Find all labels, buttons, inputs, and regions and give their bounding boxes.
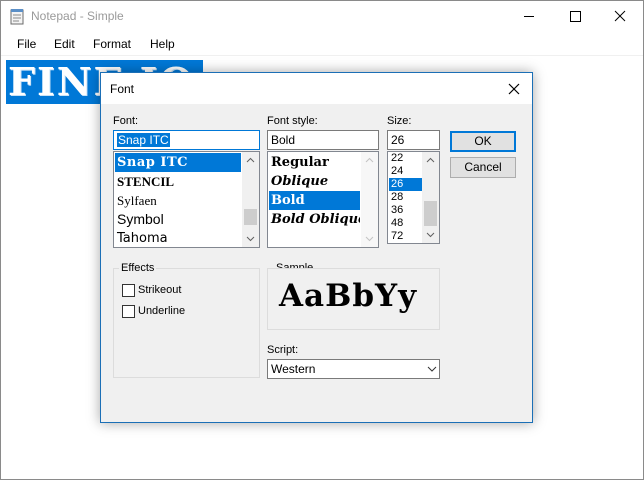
size-label: Size: [387,115,412,127]
dialog-close-icon[interactable] [503,79,525,99]
scroll-up-icon[interactable] [242,152,259,169]
style-list-item[interactable]: Bold [269,191,360,210]
size-list-item[interactable]: 48 [389,217,422,230]
size-list-item[interactable]: 28 [389,191,422,204]
style-list-item[interactable]: Bold Oblique [269,210,360,229]
cancel-button[interactable]: Cancel [450,157,516,178]
font-list-item[interactable]: Symbol [115,210,241,229]
dialog-title: Font [110,82,135,96]
notepad-titlebar[interactable]: Notepad - Simple [1,1,643,32]
chevron-down-icon [427,366,437,372]
font-name-value: Snap ITC [117,133,170,147]
editor-scrollbar[interactable] [629,57,643,479]
scroll-down-icon[interactable] [242,230,259,247]
window-title: Notepad - Simple [31,9,124,23]
sample-text: AaBbYy [279,278,418,314]
maximize-icon[interactable] [552,1,598,32]
ok-button[interactable]: OK [450,131,516,152]
font-style-label: Font style: [267,115,318,127]
size-list-item[interactable]: 24 [389,165,422,178]
size-list-item[interactable]: 36 [389,204,422,217]
font-size-input[interactable]: 26 [387,130,440,150]
size-list-item[interactable]: 22 [389,152,422,165]
sample-preview: AaBbYy [267,268,440,330]
font-dialog: Font Font: Snap ITC Snap ITC STENCIL Syl… [100,72,533,423]
font-style-value: Bold [271,133,296,147]
underline-label[interactable]: Underline [138,305,185,317]
style-list-item[interactable]: Oblique [269,172,360,191]
style-list-scrollbar [361,152,378,247]
strikeout-label[interactable]: Strikeout [138,284,181,296]
font-size-list[interactable]: 22 24 26 28 36 48 72 [387,151,440,244]
script-value: Western [271,362,316,376]
scroll-down-icon [365,236,374,242]
font-name-input[interactable]: Snap ITC [113,130,260,150]
scroll-up-icon [365,157,374,163]
strikeout-checkbox[interactable] [122,284,135,297]
font-list-item[interactable]: Snap ITC [115,153,241,172]
scroll-thumb[interactable] [424,201,437,226]
font-list-scrollbar[interactable] [242,152,259,247]
font-label: Font: [113,115,139,127]
font-list-item[interactable]: Tahoma [115,229,241,247]
size-list-scrollbar[interactable] [422,152,439,243]
effects-group [113,268,260,378]
style-list-item[interactable]: Regular [269,153,360,172]
size-list-item[interactable]: 72 [389,230,422,243]
menu-edit[interactable]: Edit [54,37,75,51]
menu-bar: File Edit Format Help [1,32,643,56]
dialog-titlebar[interactable]: Font [101,73,532,104]
script-select[interactable]: Western [267,359,440,379]
menu-file[interactable]: File [17,37,36,51]
script-label: Script: [267,344,299,356]
font-style-list[interactable]: Regular Oblique Bold Bold Oblique [267,151,379,248]
scroll-thumb[interactable] [244,209,257,225]
menu-format[interactable]: Format [93,37,131,51]
scroll-up-icon[interactable] [422,152,439,169]
font-list-item[interactable]: STENCIL [115,172,241,191]
font-style-input[interactable]: Bold [267,130,379,150]
scroll-down-icon[interactable] [422,226,439,243]
size-list-item[interactable]: 26 [389,178,422,191]
effects-label: Effects [119,262,157,274]
menu-help[interactable]: Help [150,37,175,51]
font-size-value: 26 [391,133,405,147]
minimize-icon[interactable] [506,1,552,32]
underline-checkbox[interactable] [122,305,135,318]
font-name-list[interactable]: Snap ITC STENCIL Sylfaen Symbol Tahoma [113,151,260,248]
font-list-item[interactable]: Sylfaen [115,191,241,210]
notepad-app-icon [10,9,24,25]
close-icon[interactable] [597,1,643,32]
